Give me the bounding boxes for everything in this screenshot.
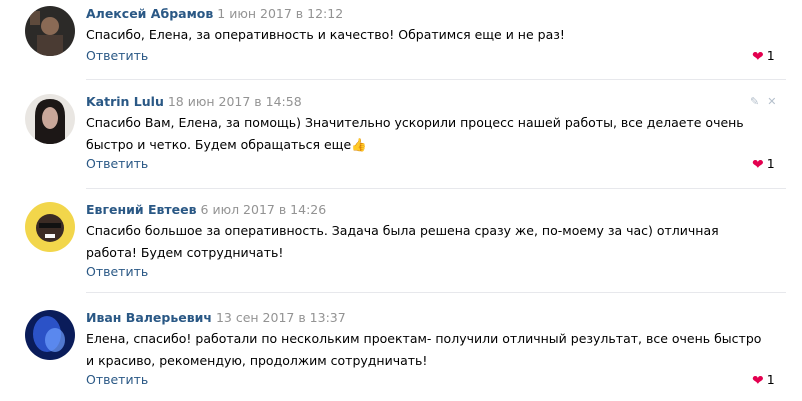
pencil-icon[interactable]: ✎ [750, 95, 759, 108]
like-button[interactable]: ❤ 1 [752, 48, 775, 65]
author-name[interactable]: Katrin Lulu [86, 94, 164, 109]
like-count: 1 [766, 156, 775, 171]
comment-header: Алексей Абрамов 1 июн 2017 в 12:12 [86, 6, 343, 22]
divider [86, 188, 786, 189]
comment-actions: ✎ ✕ [750, 95, 784, 108]
avatar[interactable] [25, 6, 75, 56]
reply-link[interactable]: Ответить [86, 372, 148, 388]
reply-link[interactable]: Ответить [86, 264, 148, 280]
author-name[interactable]: Иван Валерьевич [86, 310, 212, 325]
heart-icon: ❤ [752, 49, 764, 65]
avatar[interactable] [25, 202, 75, 252]
heart-icon: ❤ [752, 157, 764, 173]
comments-wall: Алексей Абрамов 1 июн 2017 в 12:12 Спаси… [0, 0, 802, 401]
author-name[interactable]: Евгений Евтеев [86, 202, 197, 217]
divider [86, 292, 786, 293]
reply-link[interactable]: Ответить [86, 48, 148, 64]
avatar[interactable] [25, 310, 75, 360]
comment-text: Спасибо, Елена, за оперативность и качес… [86, 27, 565, 42]
comment-header: Katrin Lulu 18 июн 2017 в 14:58 [86, 94, 302, 110]
comment-date[interactable]: 13 сен 2017 в 13:37 [216, 310, 346, 325]
like-button[interactable]: ❤ 1 [752, 156, 775, 173]
author-name[interactable]: Алексей Абрамов [86, 6, 213, 21]
like-button[interactable]: ❤ 1 [752, 372, 775, 389]
comment-text: Елена, спасибо! работали по нескольким п… [86, 331, 762, 368]
heart-icon: ❤ [752, 373, 764, 389]
comment-date[interactable]: 18 июн 2017 в 14:58 [168, 94, 302, 109]
reply-link[interactable]: Ответить [86, 156, 148, 172]
divider [86, 79, 786, 80]
comment-date[interactable]: 1 июн 2017 в 12:12 [217, 6, 343, 21]
comment-date[interactable]: 6 июл 2017 в 14:26 [201, 202, 327, 217]
like-count: 1 [766, 372, 775, 387]
close-icon[interactable]: ✕ [767, 95, 776, 108]
comment-header: Иван Валерьевич 13 сен 2017 в 13:37 [86, 310, 346, 326]
comment-text: Спасибо большое за оперативность. Задача… [86, 223, 719, 260]
avatar[interactable] [25, 94, 75, 144]
comment-header: Евгений Евтеев 6 июл 2017 в 14:26 [86, 202, 326, 218]
comment-text: Спасибо Вам, Елена, за помощь) Значитель… [86, 115, 744, 152]
like-count: 1 [766, 48, 775, 63]
